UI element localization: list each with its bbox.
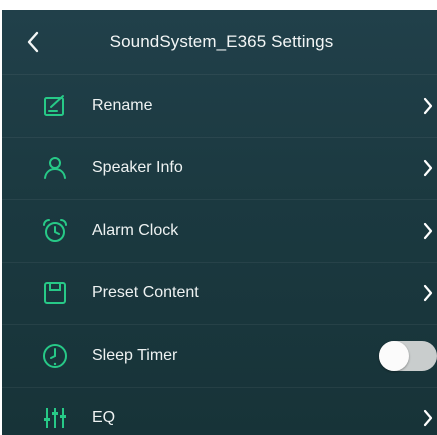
page-title: SoundSystem_E365 Settings	[109, 32, 334, 51]
chevron-right-icon	[421, 95, 435, 117]
user-icon	[40, 153, 70, 183]
back-button[interactable]	[20, 26, 46, 58]
menu-item-preset-content[interactable]: Preset Content	[2, 261, 437, 325]
chevron-left-icon	[27, 31, 39, 53]
menu-item-rename[interactable]: Rename	[2, 74, 437, 137]
chevron-right-icon	[421, 220, 435, 242]
menu-item-speaker-info[interactable]: Speaker Info	[2, 136, 437, 200]
menu-item-alarm-clock[interactable]: Alarm Clock	[2, 199, 437, 262]
settings-screen: SoundSystem_E365 Settings Rename Speaker…	[2, 10, 437, 435]
toggle-knob	[379, 340, 409, 371]
header: SoundSystem_E365 Settings	[2, 10, 437, 74]
menu-item-label: Rename	[92, 96, 153, 114]
menu-item-label: Sleep Timer	[92, 346, 178, 364]
menu-item-label: Alarm Clock	[92, 221, 179, 239]
preset-icon	[40, 278, 70, 308]
chevron-right-icon	[421, 282, 435, 304]
menu-item-label: EQ	[92, 409, 116, 427]
sleep-timer-toggle[interactable]	[379, 340, 437, 371]
chevron-right-icon	[421, 157, 435, 179]
equalizer-icon	[40, 403, 70, 433]
menu-item-eq[interactable]: EQ	[2, 386, 437, 435]
sleep-timer-icon	[40, 341, 70, 371]
menu-item-label: Speaker Info	[92, 159, 183, 177]
menu-item-sleep-timer: Sleep Timer	[2, 324, 437, 387]
alarm-clock-icon	[40, 216, 70, 246]
settings-menu: Rename Speaker Info Alarm Clock Preset C…	[2, 74, 437, 435]
menu-item-label: Preset Content	[92, 284, 199, 302]
edit-icon	[40, 91, 70, 121]
chevron-right-icon	[421, 407, 435, 429]
